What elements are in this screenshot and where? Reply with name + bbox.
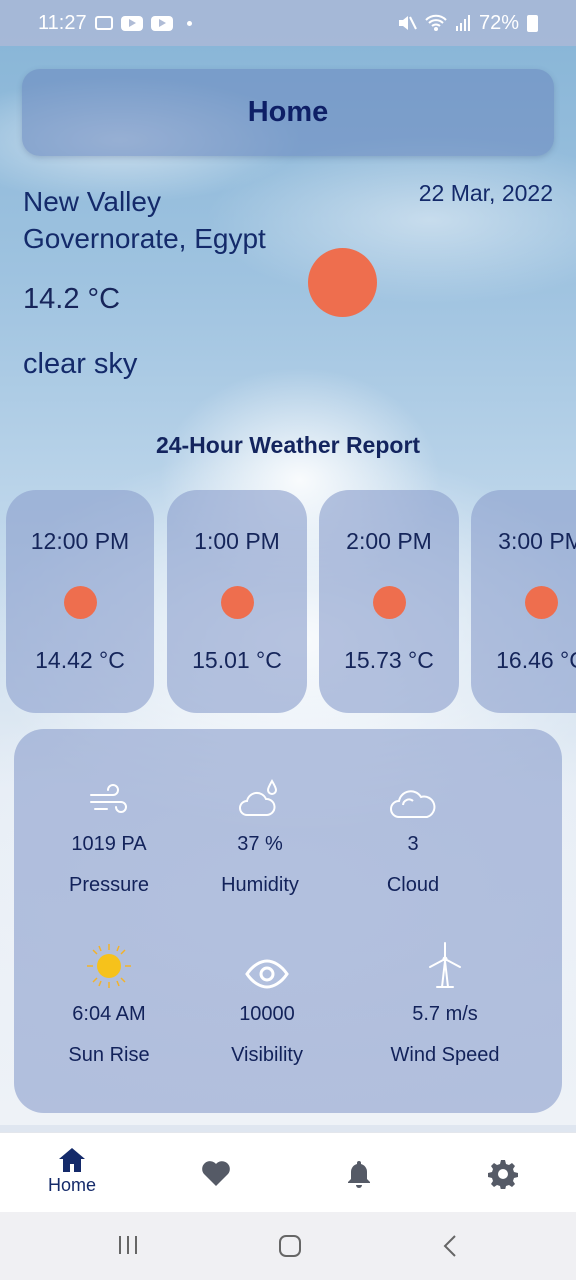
youtube-notification-icon (120, 15, 143, 31)
hour-time: 3:00 PM (498, 528, 576, 554)
nav-favorites[interactable] (171, 1160, 261, 1187)
hourly-card[interactable]: 3:00 PM 16.46 °C (471, 490, 576, 713)
wind-speed-label: Wind Speed (390, 1044, 500, 1066)
nav-home-label: Home (47, 1175, 96, 1195)
eye-icon (245, 959, 289, 989)
bell-icon (348, 1161, 370, 1188)
bottom-navigation: Home (0, 1132, 576, 1212)
sun-icon (220, 586, 254, 619)
wind-turbine-icon (429, 942, 461, 988)
app-header: Home (22, 69, 554, 156)
hourly-report-title: 24-Hour Weather Report (155, 432, 421, 458)
nav-home[interactable]: Home (27, 1147, 117, 1196)
heart-icon (202, 1161, 230, 1186)
gear-icon (488, 1160, 518, 1189)
home-system-icon[interactable] (278, 1234, 302, 1258)
visibility-detail: 10000 Visibility (187, 943, 347, 1067)
system-navigation-bar (0, 1212, 576, 1280)
youtube-notification-icon (150, 15, 173, 31)
hour-temperature: 14.42 °C (35, 647, 125, 673)
hour-temperature: 15.01 °C (192, 647, 282, 673)
visibility-label: Visibility (231, 1044, 303, 1066)
sun-icon (63, 586, 97, 619)
hour-time: 1:00 PM (194, 528, 280, 554)
nav-settings[interactable] (458, 1159, 548, 1189)
hourly-forecast-list[interactable]: 12:00 PM 14.42 °C 1:00 PM 15.01 °C 2:00 … (6, 490, 576, 714)
humidity-value: 37 % (237, 833, 283, 855)
signal-icon (455, 15, 470, 31)
hour-temperature: 15.73 °C (344, 647, 434, 673)
sunrise-label: Sun Rise (68, 1044, 150, 1066)
home-icon (59, 1148, 85, 1172)
page-title: Home (247, 96, 329, 128)
battery-icon (527, 14, 538, 32)
humidity-label: Humidity (221, 874, 299, 896)
sun-icon (308, 248, 377, 317)
weather-description: clear sky (23, 348, 138, 380)
cloud-value: 3 (407, 833, 419, 855)
humidity-icon (239, 779, 278, 816)
status-time: 11:27 (38, 11, 87, 34)
cloud-detail: 3 Cloud (333, 773, 493, 897)
current-temperature: 14.2 °C (23, 283, 121, 315)
recent-apps-icon[interactable] (117, 1234, 139, 1256)
pressure-label: Pressure (68, 874, 150, 896)
mute-icon (398, 16, 417, 30)
sun-icon (524, 586, 558, 619)
visibility-value: 10000 (239, 1003, 295, 1025)
sunrise-detail: 6:04 AM Sun Rise (29, 943, 189, 1067)
wifi-icon (425, 14, 447, 31)
hourly-card[interactable]: 12:00 PM 14.42 °C (6, 490, 154, 713)
location-name: New Valley Governorate, Egypt (23, 186, 266, 254)
gallery-notification-icon (94, 16, 113, 30)
hourly-card[interactable]: 1:00 PM 15.01 °C (167, 490, 307, 713)
sun-icon (372, 586, 406, 619)
hourly-card[interactable]: 2:00 PM 15.73 °C (319, 490, 459, 713)
battery-percent: 72% (478, 11, 519, 34)
cloud-label: Cloud (386, 874, 440, 896)
hour-time: 2:00 PM (346, 528, 432, 554)
wind-speed-detail: 5.7 m/s Wind Speed (365, 942, 525, 1067)
nav-notifications[interactable] (314, 1159, 404, 1189)
wind-icon (90, 784, 127, 813)
humidity-detail: 37 % Humidity (180, 773, 340, 897)
pressure-detail: 1019 PA Pressure (29, 773, 189, 897)
more-notifications-icon (186, 20, 192, 26)
pressure-value: 1019 PA (71, 833, 147, 855)
weather-details-card: 1019 PA Pressure 37 % Humidity 3 Cloud 6… (14, 729, 562, 1113)
back-icon[interactable] (442, 1234, 458, 1258)
hour-time: 12:00 PM (30, 528, 130, 554)
sunrise-icon (87, 944, 131, 988)
wind-speed-value: 5.7 m/s (412, 1003, 478, 1025)
status-bar: 11:27 72% (0, 0, 576, 46)
hour-temperature: 16.46 °C (496, 647, 576, 673)
cloud-icon (390, 790, 436, 818)
current-date: 22 Mar, 2022 (418, 180, 553, 206)
sunrise-value: 6:04 AM (72, 1003, 146, 1025)
